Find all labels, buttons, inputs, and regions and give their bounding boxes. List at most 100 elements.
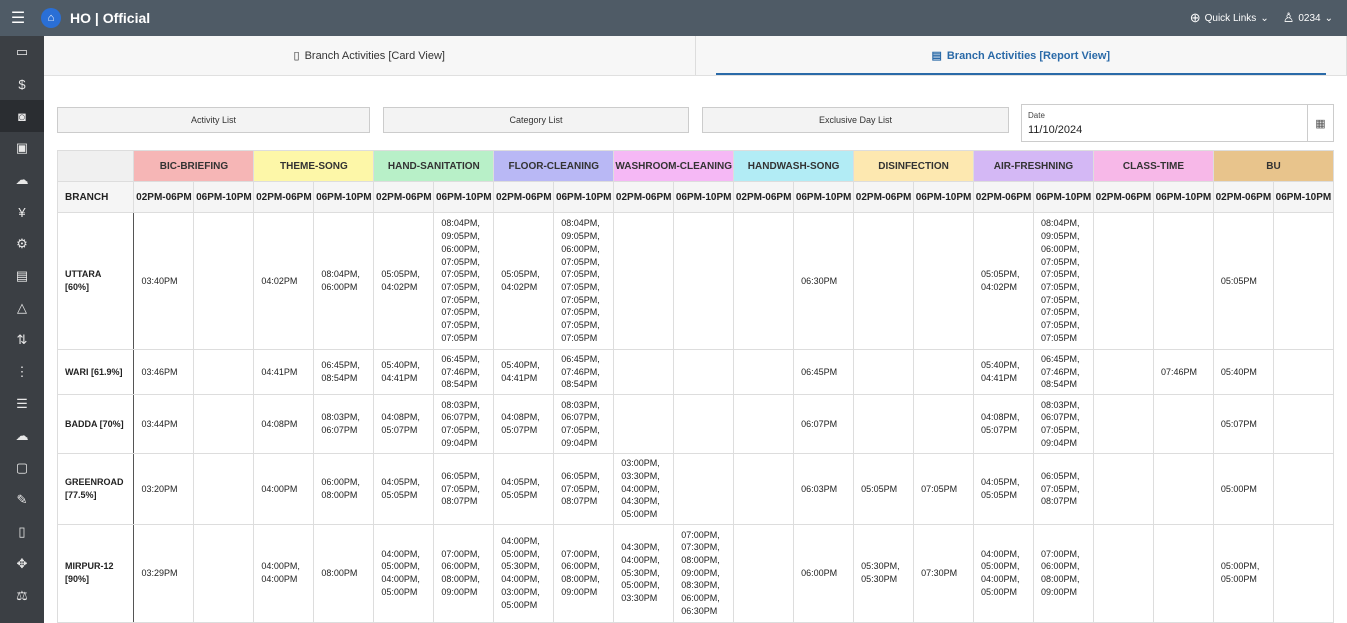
activity-header[interactable]: DISINFECTION xyxy=(853,150,975,182)
time-cell: 04:05PM, 05:05PM xyxy=(493,453,555,525)
list-icon[interactable]: ☰ xyxy=(0,388,44,420)
time-cell: 08:03PM, 06:07PM xyxy=(313,394,375,455)
tab-report-view[interactable]: ▤ Branch Activities [Report View] xyxy=(696,36,1347,75)
time-cell xyxy=(913,394,975,455)
category-list-button[interactable]: Category List xyxy=(383,107,689,133)
report-grid[interactable]: BIC-BRIEFING THEME-SONG HAND-SANITATION FLO… xyxy=(57,150,1334,623)
activity-header[interactable]: FLOOR-CLEANING xyxy=(493,150,615,182)
activity-list-button[interactable]: Activity List xyxy=(57,107,370,133)
document-icon[interactable]: ▯ xyxy=(0,516,44,548)
time-cell: 08:04PM, 09:05PM, 06:00PM, 07:05PM, 07:0… xyxy=(1033,212,1094,350)
time-slot-header[interactable]: 02PM-06PM xyxy=(613,181,675,213)
time-slot-header[interactable]: 06PM-10PM xyxy=(1272,181,1334,213)
gear-icon[interactable]: ⚙ xyxy=(0,228,44,260)
time-cell xyxy=(193,348,255,396)
quick-links-label: Quick Links xyxy=(1204,12,1257,24)
yen-icon[interactable]: ¥ xyxy=(0,196,44,228)
time-slot-header[interactable]: 06PM-10PM xyxy=(313,181,375,213)
home-logo-icon[interactable]: ⌂ xyxy=(41,8,61,28)
time-slot-header[interactable]: 02PM-06PM xyxy=(973,181,1034,213)
time-slot-header[interactable]: 06PM-10PM xyxy=(673,181,735,213)
time-slot-header[interactable]: 06PM-10PM xyxy=(793,181,855,213)
activity-header[interactable]: CLASS-TIME xyxy=(1092,150,1214,182)
activity-header[interactable]: HAND-SANITATION xyxy=(373,150,495,182)
camera-icon[interactable]: ◙ xyxy=(0,100,44,132)
warning-icon[interactable]: △ xyxy=(0,292,44,324)
time-cell: 05:05PM, 04:02PM xyxy=(493,212,555,350)
activity-header[interactable]: AIR-FRESHNING xyxy=(973,150,1094,182)
transfer-icon[interactable]: ⇅ xyxy=(0,324,44,356)
time-cell: 05:40PM xyxy=(1212,348,1274,396)
time-slot-header[interactable]: 06PM-10PM xyxy=(1033,181,1094,213)
activity-header[interactable]: HANDWASH-SONG xyxy=(733,150,855,182)
time-slot-header[interactable]: 02PM-06PM xyxy=(733,181,795,213)
time-slot-header[interactable]: 02PM-06PM xyxy=(253,181,315,213)
date-field[interactable]: Date 11/10/2024 ▦ xyxy=(1021,104,1334,142)
table-row: BADDA [70%] 03:44PM 04:08PM 08:03PM, 06:07P… xyxy=(57,394,1334,455)
branch-name: BADDA [70%] xyxy=(57,394,135,455)
branch-name: UTTARA [60%] xyxy=(57,212,135,350)
more-icon[interactable]: ⋮ xyxy=(0,356,44,388)
activity-header[interactable]: THEME-SONG xyxy=(253,150,375,182)
time-cell: 03:40PM xyxy=(133,212,195,350)
time-cell xyxy=(613,348,675,396)
time-slot-header[interactable]: 06PM-10PM xyxy=(1152,181,1214,213)
main-content: ▯ Branch Activities [Card View] ▤ Branch… xyxy=(44,36,1347,623)
time-slot-header[interactable]: 02PM-06PM xyxy=(853,181,915,213)
time-cell: 06:45PM, 07:46PM, 08:54PM xyxy=(433,348,495,396)
activity-header[interactable]: WASHROOM-CLEANING xyxy=(613,150,735,182)
dashboard-icon[interactable]: ▤ xyxy=(0,260,44,292)
time-slot-header[interactable]: 06PM-10PM xyxy=(553,181,615,213)
user-menu-button[interactable]: ♙ 0234 ⌄ xyxy=(1283,10,1333,26)
card-icon[interactable]: ▭ xyxy=(0,36,44,68)
scale-icon[interactable]: ⚖ xyxy=(0,580,44,612)
time-cell xyxy=(613,212,675,350)
dollar-icon[interactable]: $ xyxy=(0,68,44,100)
time-slot-header[interactable]: 06PM-10PM xyxy=(913,181,975,213)
time-slot-header[interactable]: 02PM-06PM xyxy=(1212,181,1274,213)
time-cell xyxy=(673,453,735,525)
time-cell: 05:05PM, 04:02PM xyxy=(373,212,435,350)
activity-header[interactable]: BU xyxy=(1212,150,1334,182)
time-cell xyxy=(913,348,975,396)
move-icon[interactable]: ✥ xyxy=(0,548,44,580)
time-cell: 05:05PM, 04:02PM xyxy=(973,212,1034,350)
time-cell: 07:00PM, 07:30PM, 08:00PM, 09:00PM, 08:3… xyxy=(673,523,735,623)
quick-links-button[interactable]: ⊕ Quick Links ⌄ xyxy=(1190,10,1269,26)
time-slot-header[interactable]: 02PM-06PM xyxy=(493,181,555,213)
time-cell xyxy=(193,394,255,455)
time-cell xyxy=(613,394,675,455)
time-cell xyxy=(913,212,975,350)
time-slot-header[interactable]: 06PM-10PM xyxy=(433,181,495,213)
time-cell: 05:00PM xyxy=(1212,453,1274,525)
cloud-icon[interactable]: ☁ xyxy=(0,164,44,196)
time-slot-header[interactable]: 02PM-06PM xyxy=(373,181,435,213)
branch-column-header[interactable]: BRANCH xyxy=(57,181,135,213)
date-value[interactable]: 11/10/2024 xyxy=(1028,124,1082,136)
calendar-icon[interactable]: ▦ xyxy=(1307,105,1333,141)
time-cell xyxy=(1272,394,1334,455)
hamburger-menu-icon[interactable]: ☰ xyxy=(0,0,36,36)
time-slot-header[interactable]: 06PM-10PM xyxy=(193,181,255,213)
time-slot-header[interactable]: 02PM-06PM xyxy=(1092,181,1154,213)
cloud-sync-icon[interactable]: ☁ xyxy=(0,420,44,452)
cash-icon[interactable]: ▣ xyxy=(0,132,44,164)
activity-header[interactable]: BIC-BRIEFING xyxy=(133,150,255,182)
time-cell: 05:40PM, 04:41PM xyxy=(493,348,555,396)
time-cell: 06:05PM, 07:05PM, 08:07PM xyxy=(433,453,495,525)
time-cell: 06:03PM xyxy=(793,453,855,525)
table-row: UTTARA [60%] 03:40PM 04:02PM 08:04PM, 06:00… xyxy=(57,212,1334,350)
tab-card-view[interactable]: ▯ Branch Activities [Card View] xyxy=(44,36,696,75)
time-cell: 05:40PM, 04:41PM xyxy=(373,348,435,396)
exclusive-day-list-button[interactable]: Exclusive Day List xyxy=(702,107,1009,133)
user-icon: ♙ xyxy=(1282,10,1295,25)
time-cell xyxy=(673,394,735,455)
message-icon[interactable]: ▢ xyxy=(0,452,44,484)
time-cell xyxy=(1092,523,1154,623)
edit-icon[interactable]: ✎ xyxy=(0,484,44,516)
time-slot-header[interactable]: 02PM-06PM xyxy=(133,181,195,213)
table-row: MIRPUR-12 [90%] 03:29PM 04:00PM, 04:00PM 08… xyxy=(57,523,1334,623)
time-cell: 08:04PM, 09:05PM, 06:00PM, 07:05PM, 07:0… xyxy=(553,212,615,350)
time-cell xyxy=(1152,523,1214,623)
tab-label: Branch Activities [Report View] xyxy=(946,49,1111,62)
